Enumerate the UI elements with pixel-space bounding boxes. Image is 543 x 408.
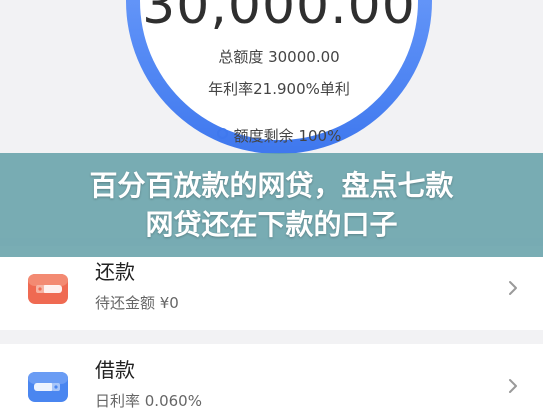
remaining-dot-icon [216, 128, 228, 139]
loan-app-screen: 30,000.00 总额度 30000.00 年利率21.900%单利 额度剩余… [0, 0, 543, 408]
repay-amount-text: 待还金额 ¥0 [95, 294, 179, 312]
chevron-right-icon [509, 379, 517, 393]
repay-title: 还款 [95, 260, 135, 284]
remaining-limit-text: 额度剩余 100% [233, 127, 342, 145]
annual-rate-text: 年利率21.900%单利 [208, 80, 350, 98]
total-limit-text: 总额度 30000.00 [218, 48, 340, 66]
daily-rate-text: 日利率 0.060% [95, 392, 202, 408]
remaining-limit: 额度剩余 100% [140, 128, 418, 144]
headline-banner: 百分百放款的网贷，盘点七款 网贷还在下款的口子 [0, 153, 543, 257]
available-amount: 30,000.00 [142, 0, 416, 36]
headline-line-1: 百分百放款的网贷，盘点七款 [89, 169, 454, 202]
chevron-right-icon [509, 281, 517, 295]
borrow-wallet-icon [28, 372, 68, 402]
borrow-title: 借款 [95, 358, 135, 382]
headline-text: 百分百放款的网贷，盘点七款 网贷还在下款的口子 [0, 166, 543, 244]
repay-card[interactable]: 还款 待还金额 ¥0 [0, 246, 543, 330]
credit-limit-panel: 30,000.00 总额度 30000.00 年利率21.900%单利 额度剩余… [140, 0, 418, 144]
borrow-card[interactable]: 借款 日利率 0.060% [0, 344, 543, 408]
headline-line-2: 网贷还在下款的口子 [145, 208, 398, 241]
repay-wallet-icon [28, 274, 68, 304]
credit-limit-ring: 30,000.00 总额度 30000.00 年利率21.900%单利 额度剩余… [126, 0, 432, 154]
